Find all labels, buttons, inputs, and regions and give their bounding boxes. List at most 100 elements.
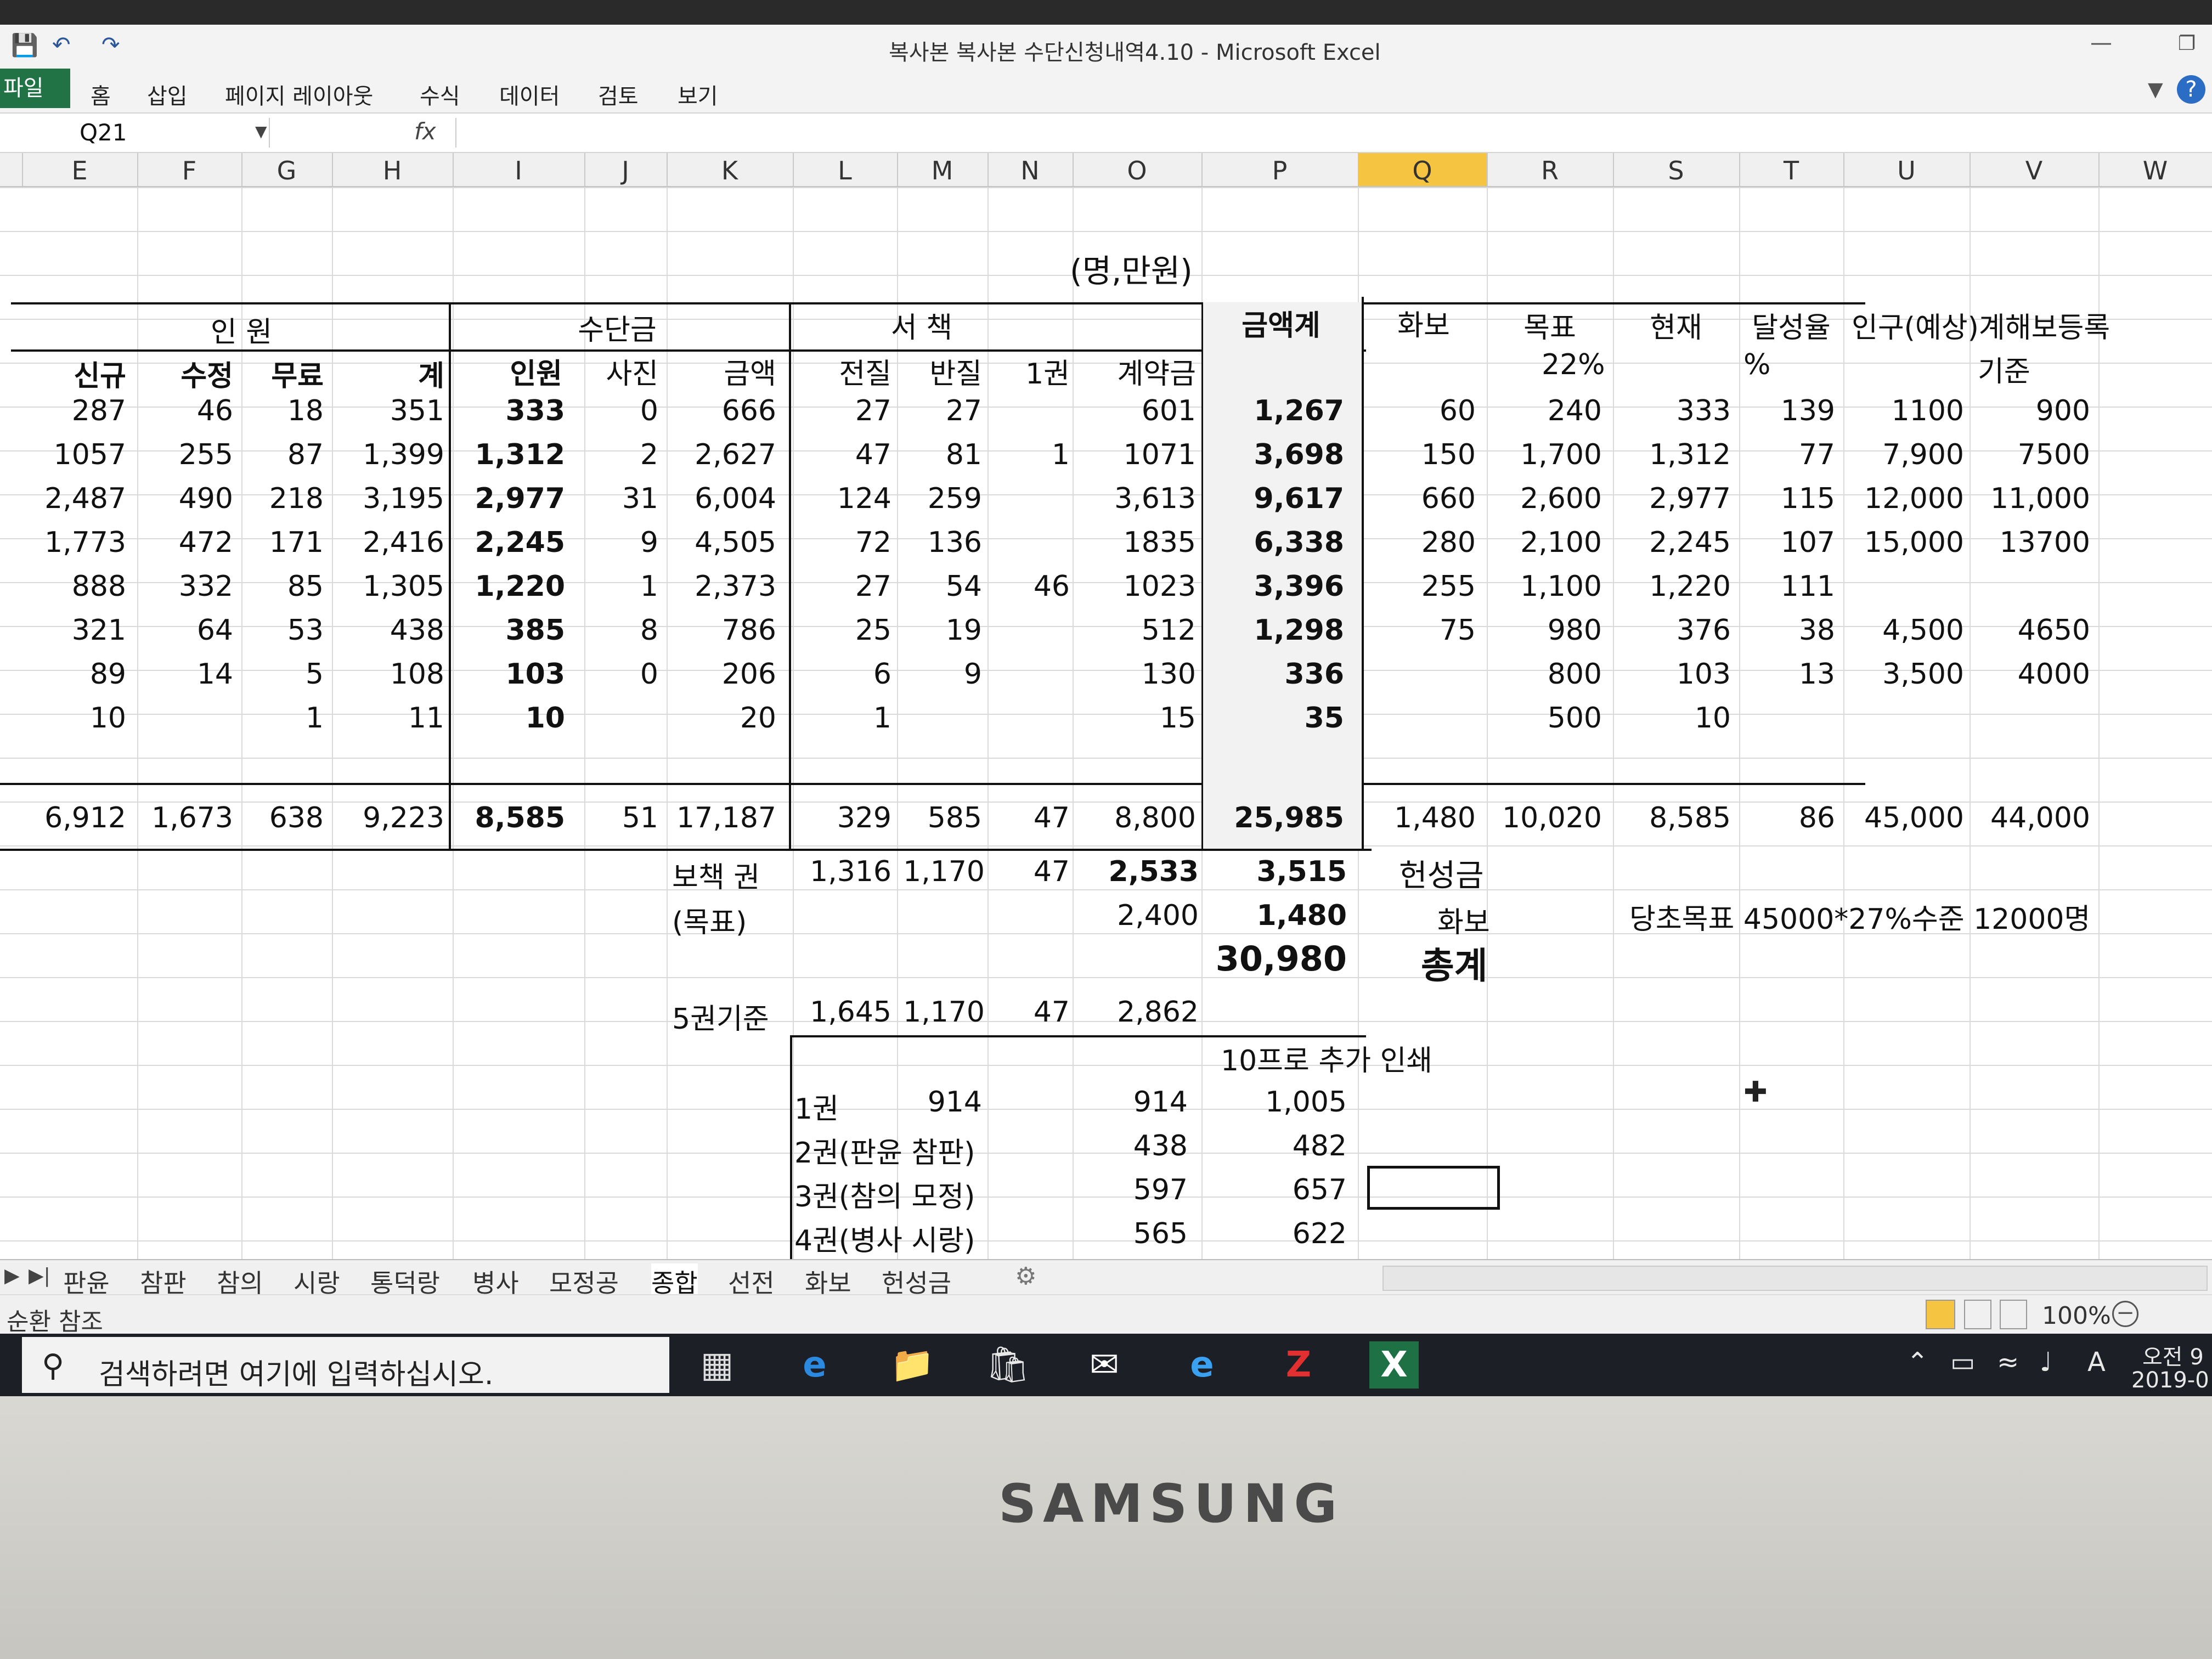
scroll-prev-sheet-icon[interactable]: ▶ (4, 1265, 20, 1287)
formula-input[interactable] (455, 118, 2207, 148)
col-header-k[interactable]: K (667, 153, 794, 186)
edge-icon[interactable]: e (790, 1341, 839, 1389)
col-header-n[interactable]: N (988, 153, 1074, 186)
page-break-view-icon[interactable] (2000, 1300, 2027, 1329)
table-cell[interactable]: 900 (1970, 394, 2090, 427)
fx-icon[interactable]: fx (414, 118, 436, 145)
col-header-m[interactable]: M (897, 153, 989, 186)
help-icon[interactable]: ? (2177, 75, 2205, 104)
col-header-e[interactable]: E (22, 153, 138, 186)
table-cell[interactable]: 3,195 (332, 482, 444, 515)
total-cell[interactable]: 9,223 (332, 802, 444, 834)
table-cell[interactable]: 255 (137, 438, 233, 471)
table-cell[interactable]: 7500 (1970, 438, 2090, 471)
col-header-i[interactable]: I (453, 153, 585, 186)
redo-icon[interactable]: ↷ (101, 32, 120, 58)
battery-icon[interactable]: ▭ (1950, 1347, 1975, 1378)
scroll-last-sheet-icon[interactable]: ▶| (29, 1265, 50, 1287)
table-cell[interactable]: 0 (584, 658, 658, 691)
table-cell[interactable]: 888 (22, 570, 126, 603)
input-method-icon[interactable]: A (2087, 1347, 2106, 1378)
table-cell[interactable]: 2,416 (332, 526, 444, 559)
app-z-icon[interactable]: Z (1274, 1341, 1323, 1389)
col-header-v[interactable]: V (1970, 153, 2100, 186)
table-cell[interactable]: 2,977 (453, 482, 565, 515)
table-cell[interactable]: 107 (1739, 526, 1835, 559)
table-cell[interactable]: 1835 (1073, 526, 1196, 559)
table-cell[interactable]: 1 (988, 438, 1070, 471)
table-cell[interactable]: 255 (1361, 570, 1476, 603)
table-cell[interactable]: 10 (453, 702, 565, 735)
volume-name-cell[interactable]: 4권(병사 시랑) (794, 1217, 975, 1259)
table-cell[interactable]: 336 (1201, 658, 1344, 691)
table-cell[interactable]: 472 (137, 526, 233, 559)
total-cell[interactable]: 8,585 (1613, 802, 1731, 834)
volume-name-cell[interactable]: 3권(참의 모정) (794, 1173, 975, 1215)
table-cell[interactable]: 46 (137, 394, 233, 427)
table-cell[interactable]: 11,000 (1970, 482, 2090, 515)
table-cell[interactable]: 666 (667, 394, 776, 427)
col-header-s[interactable]: S (1613, 153, 1740, 186)
table-cell[interactable]: 89 (22, 658, 126, 691)
tab-review[interactable]: 검토 (598, 78, 639, 110)
table-cell[interactable]: 115 (1739, 482, 1835, 515)
table-cell[interactable]: 27 (793, 394, 891, 427)
total-cell[interactable]: 10,020 (1487, 802, 1602, 834)
normal-view-icon[interactable] (1926, 1300, 1955, 1329)
tab-home[interactable]: 홈 (91, 78, 111, 110)
table-cell[interactable]: 4,500 (1843, 614, 1964, 647)
tab-insert[interactable]: 삽입 (147, 78, 188, 110)
table-cell[interactable]: 27 (897, 394, 982, 427)
table-cell[interactable]: 9 (584, 526, 658, 559)
table-cell[interactable]: 150 (1361, 438, 1476, 471)
table-cell[interactable]: 15,000 (1843, 526, 1964, 559)
col-header-t[interactable]: T (1739, 153, 1844, 186)
total-cell[interactable]: 1,480 (1361, 802, 1476, 834)
table-cell[interactable]: 38 (1739, 614, 1835, 647)
total-cell[interactable]: 638 (241, 802, 324, 834)
table-cell[interactable]: 1100 (1843, 394, 1964, 427)
table-cell[interactable]: 13700 (1970, 526, 2090, 559)
table-cell[interactable]: 8 (584, 614, 658, 647)
table-cell[interactable]: 3,698 (1201, 438, 1344, 471)
table-cell[interactable]: 3,613 (1073, 482, 1196, 515)
total-cell[interactable]: 8,800 (1073, 802, 1196, 834)
table-cell[interactable]: 31 (584, 482, 658, 515)
tab-data[interactable]: 데이터 (499, 78, 560, 110)
table-cell[interactable]: 490 (137, 482, 233, 515)
undo-icon[interactable]: ↶ (52, 32, 71, 58)
name-box[interactable]: Q21 (5, 118, 270, 148)
volume-o-cell[interactable]: 914 (1073, 1086, 1188, 1119)
table-cell[interactable]: 64 (137, 614, 233, 647)
table-cell[interactable]: 0 (584, 394, 658, 427)
volume-o-cell[interactable]: 438 (1073, 1130, 1188, 1163)
table-cell[interactable]: 218 (241, 482, 324, 515)
save-icon[interactable]: 💾 (11, 32, 38, 58)
table-cell[interactable]: 18 (241, 394, 324, 427)
col-header-l[interactable]: L (793, 153, 898, 186)
table-cell[interactable]: 53 (241, 614, 324, 647)
tab-file[interactable]: 파일 (0, 69, 70, 108)
table-cell[interactable]: 1023 (1073, 570, 1196, 603)
table-cell[interactable]: 332 (137, 570, 233, 603)
total-cell[interactable]: 86 (1739, 802, 1835, 834)
volume-o-cell[interactable]: 597 (1073, 1173, 1188, 1206)
table-cell[interactable]: 4,505 (667, 526, 776, 559)
table-cell[interactable]: 12,000 (1843, 482, 1964, 515)
table-cell[interactable]: 2,627 (667, 438, 776, 471)
table-cell[interactable]: 980 (1487, 614, 1602, 647)
table-cell[interactable]: 1071 (1073, 438, 1196, 471)
table-cell[interactable]: 1,100 (1487, 570, 1602, 603)
table-cell[interactable]: 19 (897, 614, 982, 647)
total-cell[interactable]: 8,585 (453, 802, 565, 834)
table-cell[interactable]: 1,399 (332, 438, 444, 471)
mail-icon[interactable]: ✉ (1080, 1341, 1129, 1389)
table-cell[interactable]: 10 (22, 702, 126, 735)
table-cell[interactable]: 1057 (22, 438, 126, 471)
volume-name-cell[interactable]: 1권 (794, 1086, 839, 1127)
col-header-r[interactable]: R (1487, 153, 1614, 186)
table-cell[interactable]: 171 (241, 526, 324, 559)
tray-chevron-icon[interactable]: ⌃ (1906, 1347, 1928, 1378)
table-cell[interactable]: 103 (453, 658, 565, 691)
ribbon-collapse-icon[interactable]: ▼ (2148, 78, 2163, 101)
